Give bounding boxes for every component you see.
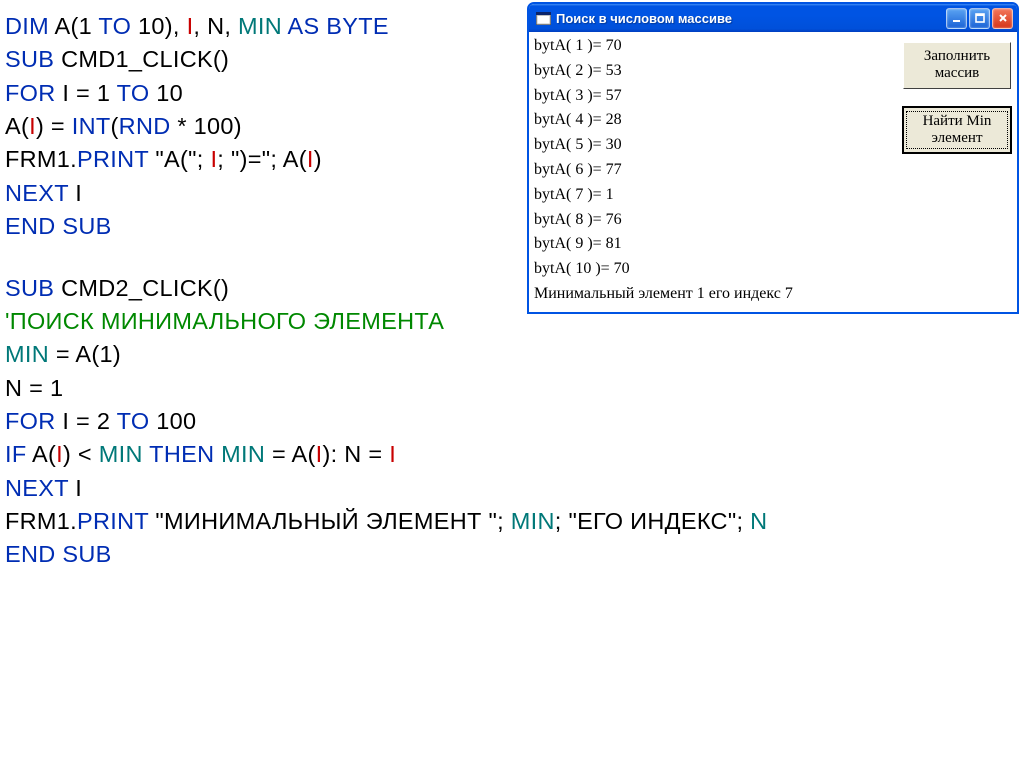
output-line: bytA( 8 )= 76 xyxy=(534,208,1015,233)
find-min-button[interactable]: Найти Min элемент xyxy=(903,107,1011,154)
output-line: bytA( 7 )= 1 xyxy=(534,183,1015,208)
close-button[interactable] xyxy=(992,8,1013,29)
minimize-button[interactable] xyxy=(946,8,967,29)
output-line: bytA( 9 )= 81 xyxy=(534,232,1015,257)
form-icon xyxy=(535,11,551,25)
fill-array-button[interactable]: Заполнить массив xyxy=(903,42,1011,89)
output-line: bytA( 10 )= 70 xyxy=(534,257,1015,282)
app-window: Поиск в числовом массиве bytA( 1 )= 70 b… xyxy=(527,2,1019,314)
result-line: Минимальный элемент 1 его индекс 7 xyxy=(534,282,1015,307)
output-line: bytA( 6 )= 77 xyxy=(534,158,1015,183)
maximize-button[interactable] xyxy=(969,8,990,29)
form-body: bytA( 1 )= 70 bytA( 2 )= 53 bytA( 3 )= 5… xyxy=(529,32,1017,312)
window-title: Поиск в числовом массиве xyxy=(556,11,946,26)
titlebar[interactable]: Поиск в числовом массиве xyxy=(529,4,1017,32)
